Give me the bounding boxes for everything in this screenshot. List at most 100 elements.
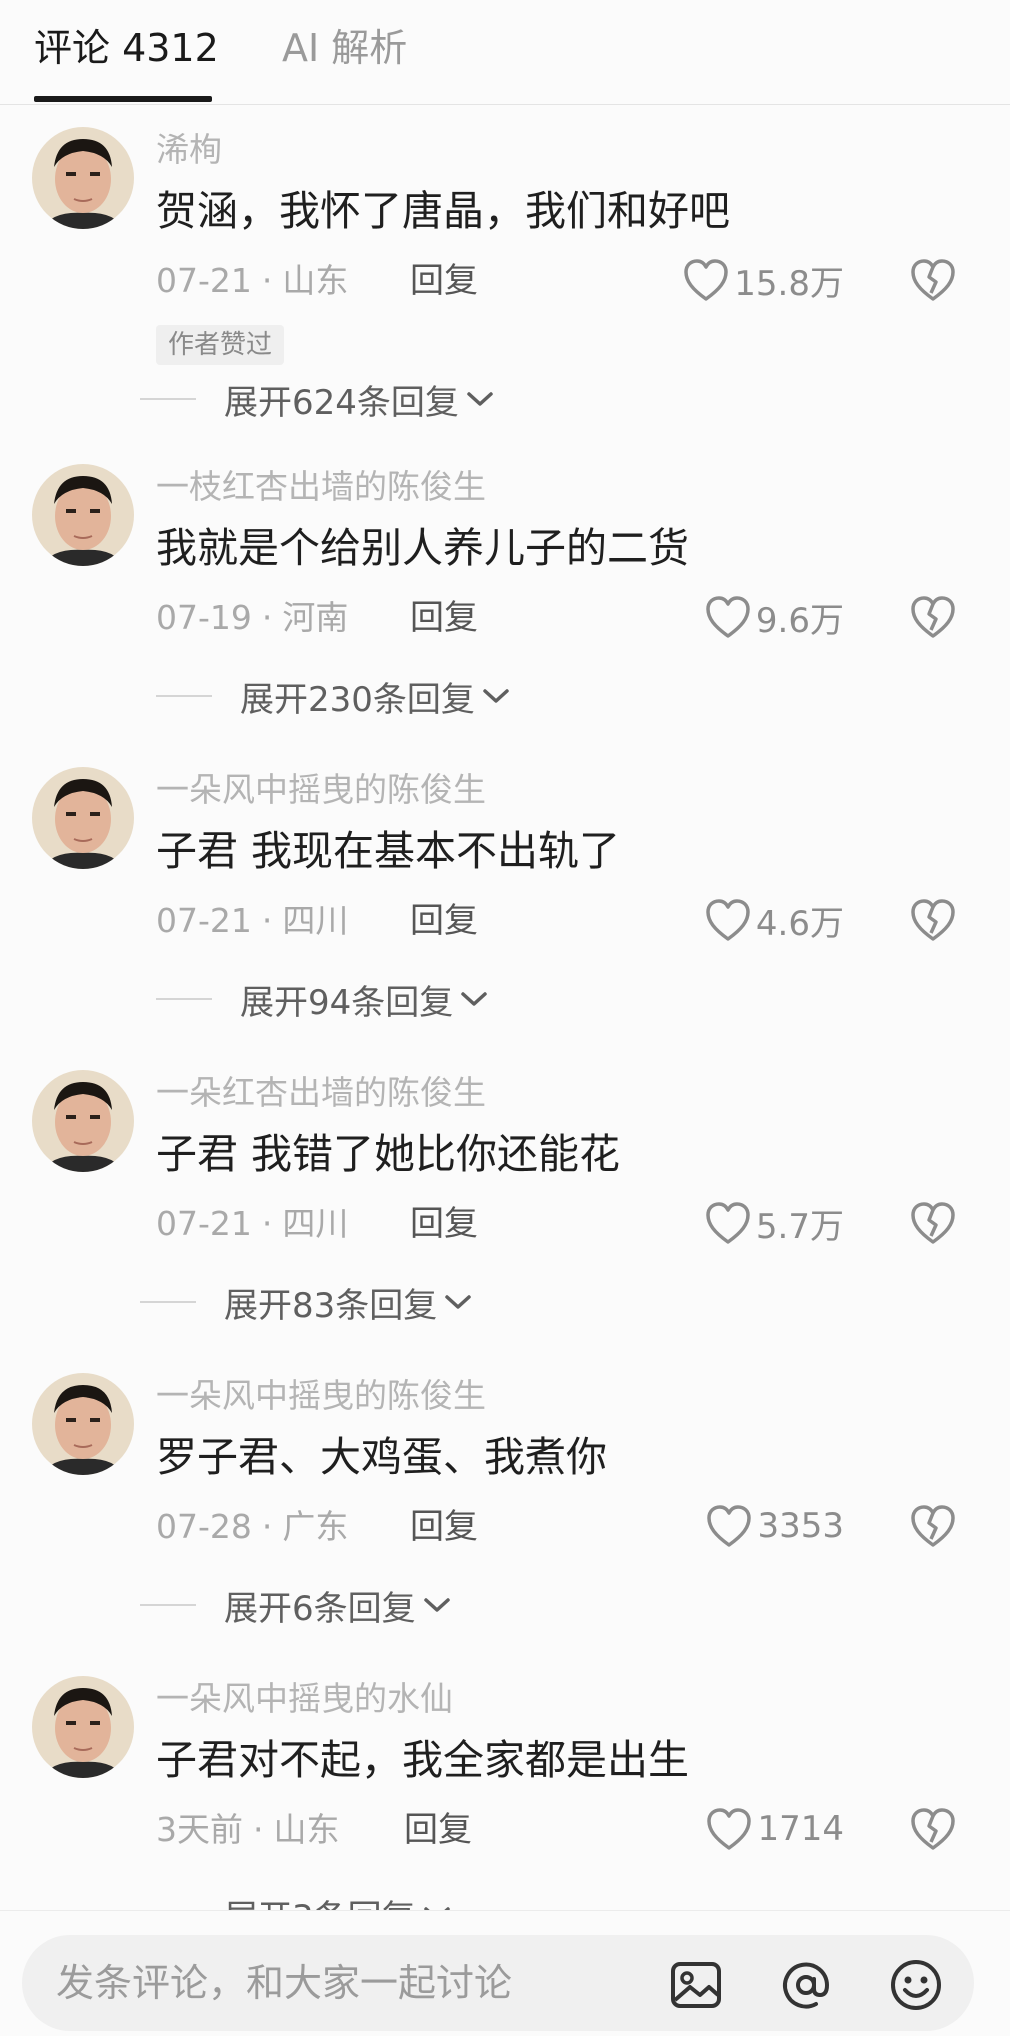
- emoji-icon[interactable]: [888, 1957, 944, 2013]
- heart-icon: [707, 1808, 752, 1850]
- meta-separator: ·: [261, 1507, 273, 1546]
- expand-replies[interactable]: 展开230条回复: [156, 672, 511, 720]
- heart-icon: [684, 259, 729, 301]
- comment-date: 07-28: [156, 1507, 252, 1546]
- expand-replies-label: 展开94条回复: [240, 982, 454, 1023]
- comment-date: 07-21: [156, 261, 252, 300]
- dislike-button[interactable]: [908, 592, 958, 642]
- tab-ai-analysis[interactable]: AI 解析: [282, 22, 407, 74]
- dislike-button[interactable]: [908, 895, 958, 945]
- like-count: 1714: [757, 1809, 844, 1849]
- divider-line: [140, 1604, 196, 1606]
- comment-meta: 07-28 · 广东: [156, 1503, 348, 1551]
- comment-username[interactable]: 浠栒: [156, 127, 222, 173]
- like-button[interactable]: 9.6万: [704, 592, 844, 642]
- tab-comments[interactable]: 评论 4312: [34, 22, 219, 74]
- comment-input-bar: 发条评论，和大家一起讨论: [0, 1910, 1010, 2036]
- at-icon[interactable]: [778, 1957, 834, 2013]
- like-button[interactable]: 5.7万: [704, 1198, 844, 1248]
- expand-replies-label: 展开3条回复: [224, 1890, 416, 1911]
- image-icon[interactable]: [668, 1957, 724, 2013]
- comment-location: 四川: [282, 901, 349, 940]
- like-count: 5.7万: [755, 1206, 844, 1247]
- meta-separator: ·: [253, 1810, 264, 1849]
- like-count: 15.8万: [734, 263, 844, 304]
- like-button[interactable]: 15.8万: [682, 255, 844, 305]
- chevron-down-icon: [467, 392, 493, 406]
- comment-date: 3天前: [156, 1810, 243, 1849]
- expand-replies[interactable]: 展开3条回复: [140, 1890, 452, 1910]
- comment-username[interactable]: 一朵风中摇曳的陈俊生: [156, 1373, 486, 1419]
- comment-text: 子君对不起，我全家都是出生: [156, 1736, 689, 1784]
- expand-replies[interactable]: 展开94条回复: [156, 975, 489, 1023]
- reply-button[interactable]: 回复: [410, 1503, 478, 1551]
- divider-line: [156, 695, 212, 697]
- comment-tabs: 评论 4312 AI 解析: [0, 0, 1010, 105]
- comment-location: 广东: [282, 1507, 349, 1546]
- dislike-button[interactable]: [908, 1198, 958, 1248]
- expand-replies[interactable]: 展开6条回复: [140, 1581, 452, 1629]
- broken-heart-icon: [911, 596, 955, 638]
- dislike-button[interactable]: [908, 255, 958, 305]
- expand-replies-label: 展开6条回复: [224, 1588, 416, 1629]
- reply-button[interactable]: 回复: [410, 1200, 478, 1248]
- active-tab-indicator: [34, 96, 212, 102]
- comment-input-placeholder: 发条评论，和大家一起讨论: [56, 1961, 513, 2005]
- avatar[interactable]: [32, 1070, 134, 1172]
- expand-replies-label: 展开624条回复: [224, 382, 459, 423]
- comment-text: 我就是个给别人养儿子的二货: [156, 524, 689, 572]
- comment-text: 贺涵，我怀了唐晶，我们和好吧: [156, 187, 730, 235]
- broken-heart-icon: [911, 1505, 955, 1547]
- meta-separator: ·: [261, 261, 273, 300]
- comment-date: 07-21: [156, 901, 252, 940]
- meta-separator: ·: [261, 1204, 273, 1243]
- comment-meta: 07-21 · 四川: [156, 897, 348, 945]
- divider-line: [156, 998, 212, 1000]
- like-button[interactable]: 1714: [705, 1804, 844, 1854]
- chevron-down-icon: [423, 1598, 450, 1612]
- reply-button[interactable]: 回复: [410, 257, 478, 305]
- avatar[interactable]: [32, 1373, 134, 1475]
- comment-location: 四川: [282, 1204, 349, 1243]
- broken-heart-icon: [911, 259, 955, 301]
- comment-date: 07-19: [156, 598, 252, 637]
- comment-meta: 07-21 · 四川: [156, 1200, 348, 1248]
- meta-separator: ·: [261, 598, 273, 637]
- comment-meta: 07-19 · 河南: [156, 594, 348, 642]
- comment-date: 07-21: [156, 1204, 252, 1243]
- divider-line: [140, 398, 196, 400]
- comment-username[interactable]: 一朵红杏出墙的陈俊生: [156, 1070, 486, 1116]
- comment-location: 山东: [273, 1810, 340, 1849]
- dislike-button[interactable]: [908, 1501, 958, 1551]
- expand-replies[interactable]: 展开624条回复: [140, 375, 495, 423]
- avatar[interactable]: [32, 464, 134, 566]
- meta-separator: ·: [261, 901, 273, 940]
- heart-icon: [706, 596, 750, 638]
- like-button[interactable]: 3353: [705, 1501, 844, 1551]
- comment-username[interactable]: 一朵风中摇曳的水仙: [156, 1676, 453, 1722]
- reply-button[interactable]: 回复: [410, 594, 478, 642]
- avatar[interactable]: [32, 127, 134, 229]
- dislike-button[interactable]: [908, 1804, 958, 1854]
- like-count: 3353: [757, 1506, 844, 1546]
- reply-button[interactable]: 回复: [410, 897, 478, 945]
- reply-button[interactable]: 回复: [404, 1806, 472, 1854]
- comment-list[interactable]: 浠栒 贺涵，我怀了唐晶，我们和好吧 07-21 · 山东 回复 15.8万 作者赞过…: [0, 105, 1010, 1910]
- comment-meta: 3天前 · 山东: [156, 1806, 340, 1854]
- like-button[interactable]: 4.6万: [704, 895, 844, 945]
- expand-replies[interactable]: 展开83条回复: [140, 1278, 473, 1326]
- comment-text: 子君 我错了她比你还能花: [156, 1130, 621, 1178]
- chevron-down-icon: [445, 1295, 472, 1309]
- comment-location: 河南: [282, 598, 349, 637]
- comment-item: 一枝红杏出墙的陈俊生 我就是个给别人养儿子的二货 07-19 · 河南 回复 9.6…: [0, 442, 1010, 732]
- avatar[interactable]: [32, 767, 134, 869]
- comment-username[interactable]: 一枝红杏出墙的陈俊生: [156, 464, 486, 510]
- avatar[interactable]: [32, 1676, 134, 1778]
- expand-replies-label: 展开230条回复: [240, 679, 475, 720]
- comment-item: 一朵风中摇曳的水仙 子君对不起，我全家都是出生 3天前 ·山东 回复 1714 展…: [0, 1654, 1010, 1910]
- like-count: 9.6万: [755, 600, 844, 641]
- broken-heart-icon: [911, 1808, 955, 1850]
- comment-input[interactable]: 发条评论，和大家一起讨论: [22, 1935, 974, 2031]
- comment-location: 山东: [282, 261, 349, 300]
- comment-username[interactable]: 一朵风中摇曳的陈俊生: [156, 767, 486, 813]
